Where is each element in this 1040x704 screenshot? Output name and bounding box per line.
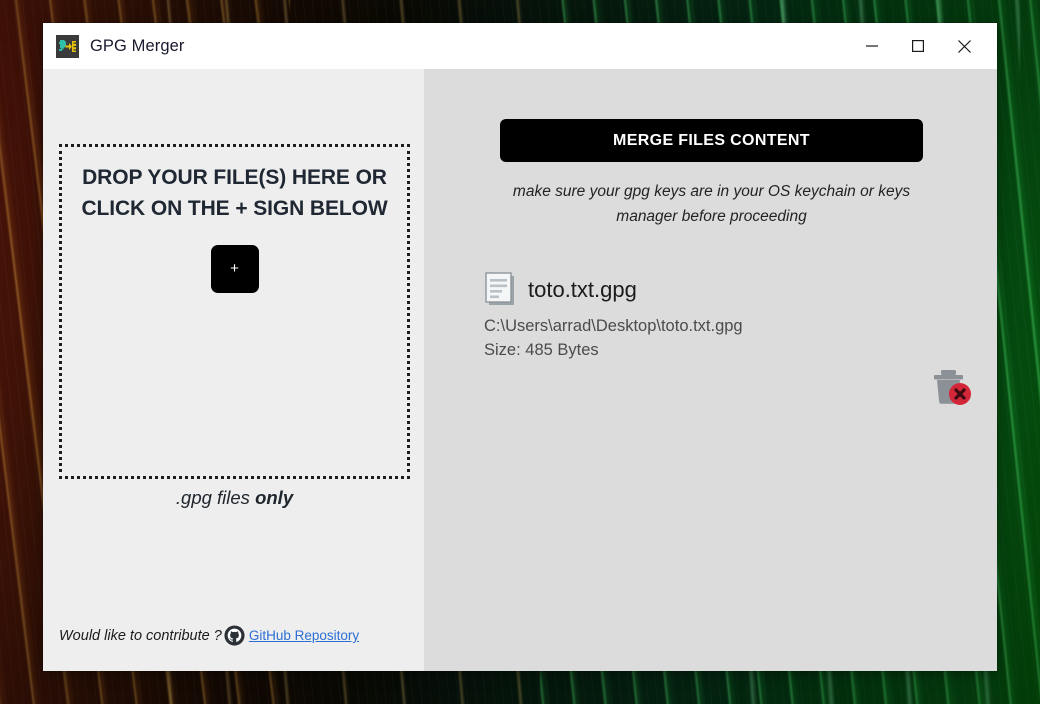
maximize-button[interactable]	[895, 23, 941, 69]
hint-bold-text: only	[255, 487, 294, 508]
gpg-merger-window: GPG Merger DROP YOUR FILE(S) HERE OR CLI…	[43, 23, 997, 671]
window-controls-spacer	[987, 23, 997, 69]
dropzone-instructions: DROP YOUR FILE(S) HERE OR CLICK ON THE +…	[81, 166, 388, 220]
contribute-label: Would like to contribute ?	[59, 627, 222, 644]
title-bar[interactable]: GPG Merger	[43, 23, 997, 69]
close-icon	[957, 39, 971, 53]
desktop-background: GPG Merger DROP YOUR FILE(S) HERE OR CLI…	[0, 0, 1040, 704]
file-name: toto.txt.gpg	[528, 277, 637, 302]
file-header: toto.txt.gpg	[484, 272, 973, 308]
window-title: GPG Merger	[90, 36, 185, 55]
contribute-footer: Would like to contribute ? GitHub Reposi…	[59, 625, 359, 646]
file-list-item: toto.txt.gpg C:\Users\arrad\Desktop\toto…	[484, 272, 973, 360]
trash-delete-icon	[934, 370, 971, 405]
right-panel: MERGE FILES CONTENT make sure your gpg k…	[424, 69, 997, 671]
app-body: DROP YOUR FILE(S) HERE OR CLICK ON THE +…	[43, 69, 997, 671]
maximize-icon	[912, 40, 924, 52]
hint-normal-text: .gpg files	[175, 487, 256, 508]
left-panel: DROP YOUR FILE(S) HERE OR CLICK ON THE +…	[43, 69, 424, 671]
minimize-button[interactable]	[849, 23, 895, 69]
add-file-button[interactable]: +	[210, 245, 259, 293]
file-size: Size: 485 Bytes	[484, 341, 599, 359]
github-repository-link[interactable]: GitHub Repository	[249, 628, 359, 643]
file-path: C:\Users\arrad\Desktop\toto.txt.gpg	[484, 317, 743, 335]
gpg-merger-app-icon	[56, 34, 79, 58]
file-dropzone[interactable]: DROP YOUR FILE(S) HERE OR CLICK ON THE +…	[59, 144, 410, 479]
merge-files-content-button[interactable]: MERGE FILES CONTENT	[500, 119, 923, 162]
minimize-icon	[866, 45, 878, 47]
dropzone-file-type-hint: .gpg files only	[59, 487, 410, 509]
document-icon	[485, 272, 514, 305]
window-controls	[849, 23, 997, 69]
delete-file-button[interactable]	[929, 366, 973, 410]
merge-keychain-note: make sure your gpg keys are in your OS k…	[512, 183, 911, 225]
github-icon	[224, 625, 245, 646]
close-button[interactable]	[941, 23, 987, 69]
